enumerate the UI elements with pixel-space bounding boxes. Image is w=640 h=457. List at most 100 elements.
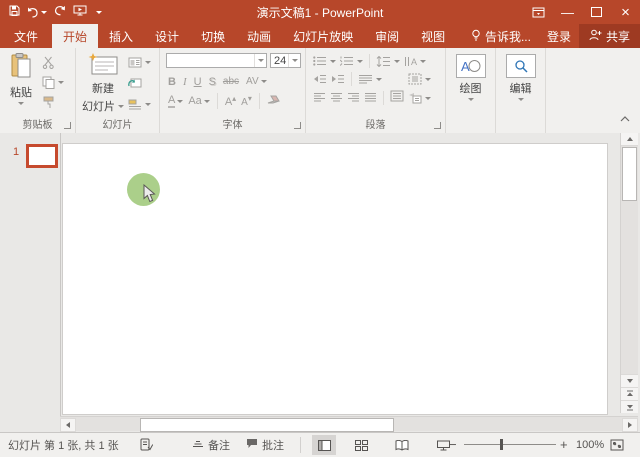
- new-slide-dropdown-caret[interactable]: [118, 104, 124, 108]
- increase-indent-button[interactable]: [331, 71, 345, 87]
- align-right-button[interactable]: [347, 89, 360, 107]
- bold-button[interactable]: B: [168, 76, 176, 88]
- layout-dropdown-caret[interactable]: [145, 60, 151, 64]
- change-case-button[interactable]: Aa: [188, 95, 210, 107]
- clipboard-dialog-launcher[interactable]: [64, 122, 71, 129]
- tab-view[interactable]: 视图: [410, 24, 456, 48]
- sign-in-button[interactable]: 登录: [539, 24, 579, 48]
- align-text-button[interactable]: [408, 71, 431, 87]
- justify-button[interactable]: [364, 89, 377, 107]
- save-icon[interactable]: [9, 3, 20, 21]
- svg-text:A: A: [411, 57, 417, 67]
- comments-icon: [246, 438, 258, 452]
- font-color-button[interactable]: A: [168, 94, 184, 108]
- tab-animations[interactable]: 动画: [236, 24, 282, 48]
- vertical-scrollbar[interactable]: [620, 133, 638, 413]
- scroll-right-button[interactable]: [622, 418, 638, 432]
- close-button[interactable]: ×: [611, 0, 640, 24]
- spell-check-icon[interactable]: [140, 433, 153, 456]
- tab-transitions[interactable]: 切换: [190, 24, 236, 48]
- share-button[interactable]: 共享: [578, 24, 640, 48]
- align-center-button[interactable]: [330, 89, 343, 107]
- zoom-out-button[interactable]: −: [449, 433, 457, 456]
- undo-button[interactable]: [27, 7, 47, 18]
- zoom-slider-thumb[interactable]: [500, 439, 503, 450]
- tab-review[interactable]: 审阅: [364, 24, 410, 48]
- cut-button[interactable]: [42, 54, 64, 70]
- section-button[interactable]: [128, 96, 151, 112]
- smartart-button[interactable]: [408, 90, 431, 106]
- bullets-button[interactable]: [313, 53, 336, 69]
- decrease-indent-button[interactable]: [313, 71, 327, 87]
- zoom-level[interactable]: 100%: [576, 433, 604, 456]
- font-size-combo[interactable]: 24: [270, 53, 301, 68]
- start-slideshow-icon[interactable]: [73, 3, 87, 21]
- slide-thumbnail-panel[interactable]: 1: [0, 133, 61, 433]
- horizontal-scrollbar-thumb[interactable]: [140, 418, 394, 432]
- new-slide-button[interactable]: 新建 幻灯片: [82, 53, 124, 114]
- shrink-font-button[interactable]: A▾: [241, 94, 252, 108]
- minimize-button[interactable]: —: [553, 0, 582, 24]
- numbering-button[interactable]: [340, 53, 363, 69]
- columns-button[interactable]: [358, 71, 382, 87]
- format-painter-button[interactable]: [42, 94, 64, 110]
- tab-slideshow[interactable]: 幻灯片放映: [282, 24, 364, 48]
- tab-file[interactable]: 文件: [0, 24, 52, 48]
- slide-sorter-view-button[interactable]: [349, 435, 373, 455]
- paragraph-dialog-launcher[interactable]: [434, 122, 441, 129]
- previous-slide-button[interactable]: [621, 387, 638, 400]
- paste-dropdown-caret[interactable]: [18, 102, 24, 105]
- scroll-up-button[interactable]: [621, 133, 638, 146]
- italic-button[interactable]: I: [183, 76, 187, 88]
- customize-qat-icon[interactable]: [96, 10, 102, 14]
- paste-button[interactable]: 粘贴: [4, 53, 38, 105]
- tab-design[interactable]: 设计: [144, 24, 190, 48]
- zoom-in-button[interactable]: +: [560, 433, 568, 456]
- copy-dropdown-caret[interactable]: [58, 80, 64, 84]
- tab-home[interactable]: 开始: [52, 24, 99, 48]
- notes-button[interactable]: 备注: [192, 433, 230, 456]
- font-dialog-launcher[interactable]: [294, 122, 301, 129]
- copy-button[interactable]: [42, 74, 64, 90]
- mouse-cursor-icon: [143, 183, 156, 208]
- fit-to-window-icon[interactable]: [610, 433, 624, 456]
- text-shadow-button[interactable]: S: [209, 76, 216, 88]
- collapse-ribbon-icon[interactable]: [620, 109, 630, 127]
- underline-button[interactable]: U: [194, 76, 202, 88]
- numbering-caret: [357, 59, 363, 63]
- zoom-slider[interactable]: [464, 439, 556, 450]
- text-direction-button[interactable]: A: [404, 53, 426, 69]
- redo-icon[interactable]: [54, 3, 66, 21]
- ribbon-display-options-icon[interactable]: [524, 0, 553, 24]
- reset-button[interactable]: [128, 75, 151, 91]
- strikethrough-button[interactable]: abc: [223, 76, 239, 87]
- undo-dropdown-caret[interactable]: [41, 10, 47, 14]
- vertical-scrollbar-thumb[interactable]: [622, 147, 637, 201]
- character-spacing-button[interactable]: AV: [246, 76, 267, 87]
- horizontal-scrollbar[interactable]: [60, 416, 638, 432]
- scroll-left-button[interactable]: [60, 418, 76, 432]
- tab-insert[interactable]: 插入: [98, 24, 144, 48]
- maximize-button[interactable]: [582, 0, 611, 24]
- slide-thumbnail[interactable]: [26, 144, 58, 168]
- notes-label: 备注: [208, 439, 230, 452]
- normal-view-button[interactable]: [312, 435, 336, 455]
- align-left-button[interactable]: [313, 89, 326, 107]
- slide-counter[interactable]: 幻灯片 第 1 张, 共 1 张: [8, 433, 119, 456]
- reading-view-button[interactable]: [390, 435, 414, 455]
- comments-button[interactable]: 批注: [246, 433, 284, 456]
- next-slide-button[interactable]: [621, 400, 638, 413]
- clear-formatting-button[interactable]: [267, 92, 280, 110]
- drawing-button[interactable]: A 绘图: [446, 54, 495, 101]
- grow-font-button[interactable]: A▴: [225, 94, 236, 108]
- status-bar: 幻灯片 第 1 张, 共 1 张 备注 批注 − + 100%: [0, 432, 640, 457]
- section-dropdown-caret[interactable]: [145, 102, 151, 106]
- editing-button[interactable]: 编辑: [496, 54, 545, 101]
- distribute-button[interactable]: [390, 89, 404, 107]
- layout-button[interactable]: [128, 54, 151, 70]
- scroll-down-button[interactable]: [621, 374, 638, 387]
- font-name-combo[interactable]: [166, 53, 267, 68]
- group-font: 24 B I U S abc AV A Aa A▴ A▾ 字体: [160, 48, 306, 133]
- line-spacing-button[interactable]: [376, 53, 400, 69]
- tell-me-button[interactable]: 告诉我...: [463, 24, 539, 48]
